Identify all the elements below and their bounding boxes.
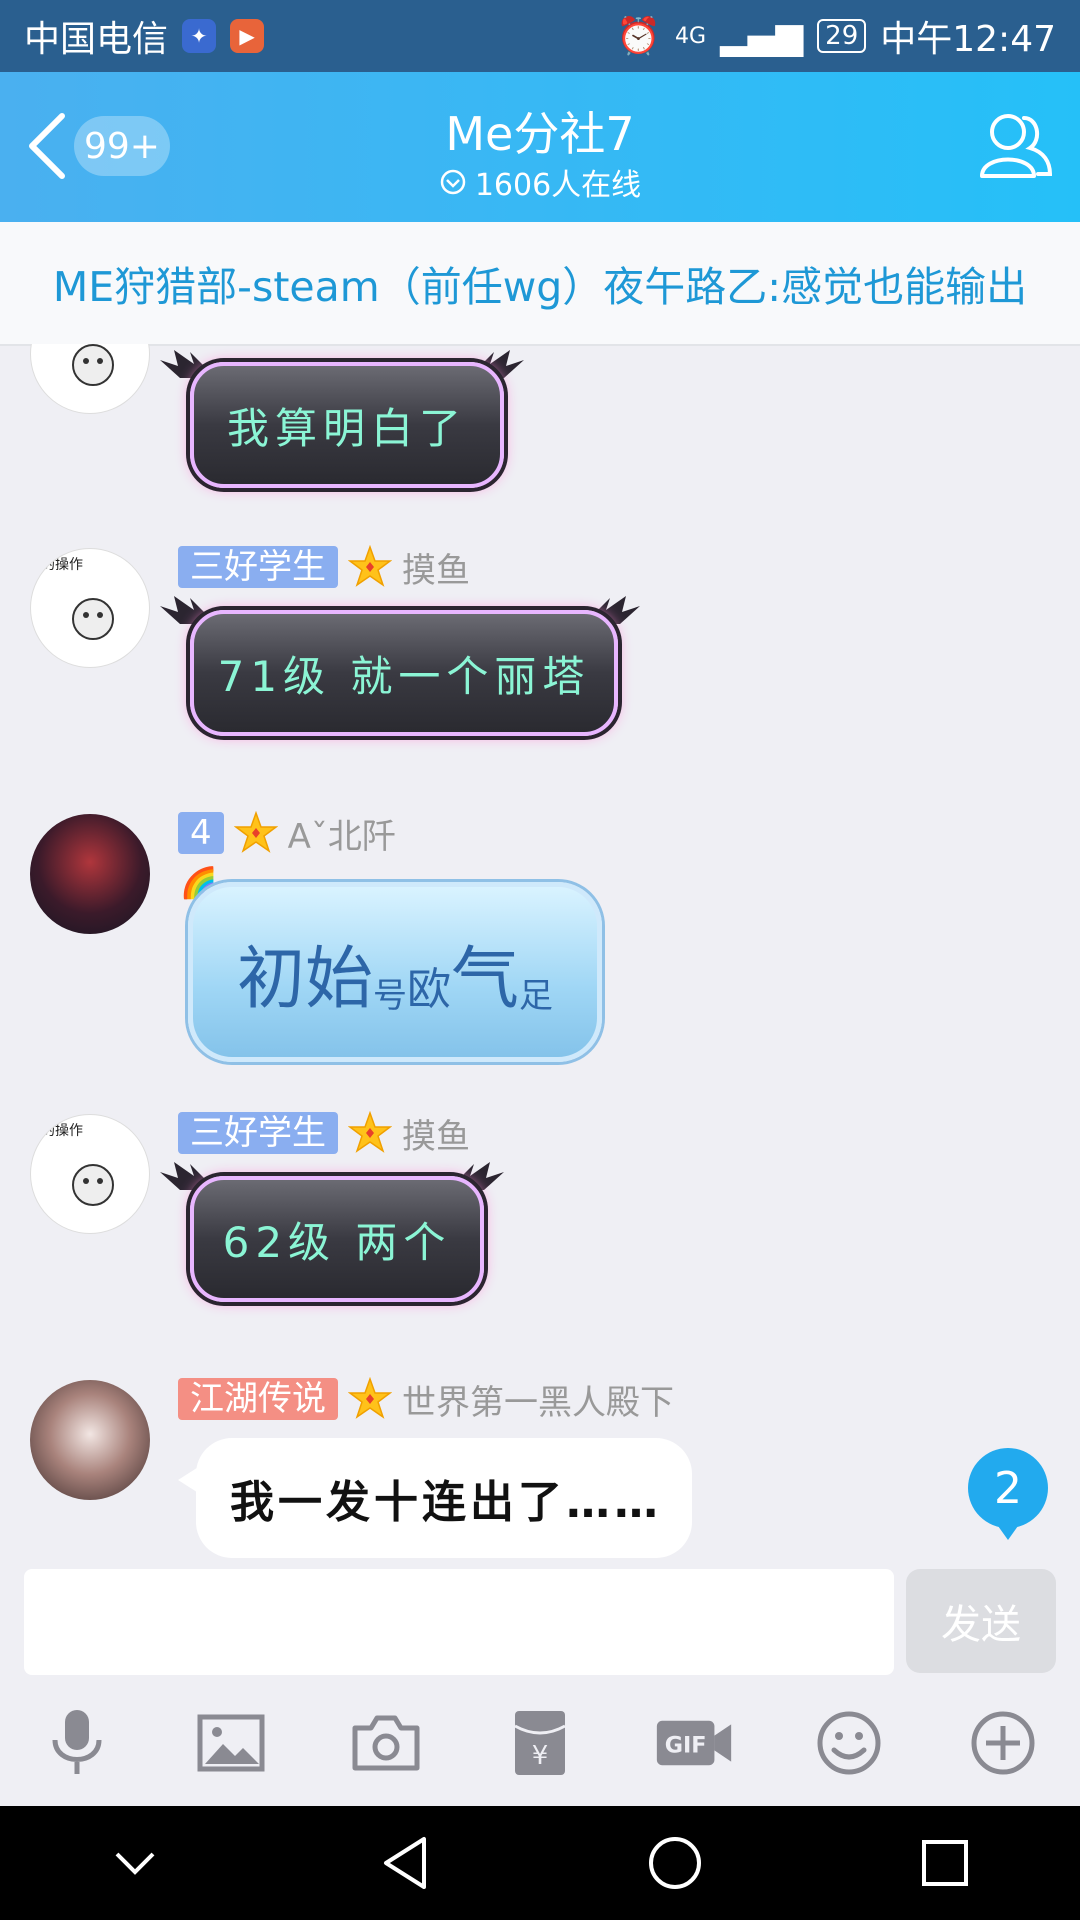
sender-meta: 三好学生 摸鱼 [178, 545, 470, 591]
title-tag: 江湖传说 [178, 1378, 338, 1420]
new-message-badge[interactable]: 2 [968, 1448, 1048, 1540]
message-bubble[interactable]: 初始 号 欧 气 足 [188, 882, 602, 1062]
message-bubble[interactable]: 71级 就一个丽塔 [190, 610, 618, 736]
star-icon [348, 545, 392, 587]
sender-meta: 4 Aˇ北阡 [178, 811, 396, 857]
chevron-down-icon [440, 169, 466, 195]
plus-circle-icon [971, 1711, 1035, 1775]
svg-text:¥: ¥ [532, 1741, 549, 1771]
status-bar: 中国电信 ✦ ▶ ⏰ 4G ▂▄▆ 29 中午12:47 [0, 0, 1080, 72]
red-packet-icon: ¥ [514, 1711, 566, 1775]
sender-name[interactable]: 摸鱼 [402, 1109, 470, 1158]
camera-icon [352, 1715, 420, 1771]
message-input[interactable] [24, 1569, 894, 1675]
message-bubble[interactable]: 62级 两个 [190, 1176, 484, 1302]
avatar[interactable]: 的操作 [30, 1114, 150, 1234]
message-bubble[interactable]: 我一发十连出了…… [178, 1438, 692, 1558]
online-count-text: 1606人在线 [474, 168, 642, 203]
avatar[interactable] [30, 344, 150, 414]
svg-text:GIF: GIF [665, 1732, 707, 1758]
star-icon [348, 1111, 392, 1153]
triangle-back-icon [384, 1837, 426, 1889]
signal-icon: ▂▄▆ [720, 15, 804, 57]
message-text-part: 号 [373, 976, 407, 1016]
back-nav-button[interactable] [370, 1828, 440, 1898]
sender-meta: 江湖传说 世界第一黑人殿下 [178, 1377, 674, 1423]
network-type: 4G [675, 23, 707, 49]
carrier-label: 中国电信 [24, 19, 169, 60]
image-button[interactable] [192, 1704, 270, 1782]
avatar[interactable] [30, 1380, 150, 1500]
red-packet-button[interactable]: ¥ [501, 1704, 579, 1782]
avatar[interactable]: 的操作 [30, 548, 150, 668]
input-toolbar: ¥ GIF [0, 1680, 1080, 1806]
star-icon [233, 811, 278, 853]
message-list[interactable]: 我算明白了 的操作 三好学生 摸鱼 71级 就一个丽塔 4 Aˇ北阡 🌈 初始 … [0, 344, 1080, 1569]
gif-icon: GIF [657, 1720, 732, 1766]
online-count[interactable]: 1606人在线 [0, 160, 1080, 204]
system-nav-bar [0, 1806, 1080, 1920]
title-tag: 三好学生 [178, 546, 338, 588]
app-notification-icon: ✦ [182, 19, 217, 53]
image-icon [197, 1714, 265, 1772]
title-tag: 三好学生 [178, 1112, 338, 1154]
gif-button[interactable]: GIF [655, 1704, 733, 1782]
alarm-icon: ⏰ [616, 16, 662, 57]
group-title: Me分社7 [445, 107, 635, 161]
svg-text:的操作: 的操作 [41, 1123, 83, 1139]
input-bar: 发送 [0, 1569, 1080, 1677]
square-recents-icon [922, 1840, 968, 1886]
voice-button[interactable] [38, 1704, 116, 1782]
sender-name[interactable]: Aˇ北阡 [288, 809, 396, 858]
chevron-down-icon [115, 1852, 155, 1875]
emoji-button[interactable] [810, 1704, 888, 1782]
more-button[interactable] [964, 1704, 1042, 1782]
hide-keyboard-button[interactable] [100, 1828, 170, 1898]
message-text-part: 欧 [407, 964, 451, 1015]
svg-text:的操作: 的操作 [41, 557, 83, 573]
message-text-part: 初始 [236, 939, 373, 1019]
home-nav-button[interactable] [640, 1828, 710, 1898]
recents-nav-button[interactable] [910, 1828, 980, 1898]
battery-level: 29 [817, 19, 867, 53]
microphone-icon [52, 1710, 102, 1774]
avatar[interactable] [30, 814, 150, 934]
message-bubble[interactable]: 我算明白了 [190, 362, 504, 488]
members-icon[interactable] [978, 106, 1054, 186]
video-app-icon: ▶ [230, 19, 265, 53]
chat-header: 99+ Me分社7 1606人在线 [0, 72, 1080, 222]
sender-meta: 三好学生 摸鱼 [178, 1111, 470, 1157]
announcement-banner[interactable]: ME狩猎部-steam（前任wg）夜午路乙:感觉也能输出 [0, 222, 1080, 346]
message-text-part: 足 [519, 976, 554, 1016]
level-tag: 4 [178, 812, 224, 854]
sender-name[interactable]: 世界第一黑人殿下 [402, 1375, 674, 1424]
message-text-part: 气 [451, 939, 520, 1019]
circle-home-icon [649, 1837, 701, 1889]
smiley-icon [817, 1711, 881, 1775]
time-label: 中午12:47 [880, 19, 1056, 60]
sender-name[interactable]: 摸鱼 [402, 543, 470, 592]
star-icon [348, 1377, 392, 1419]
announcement-text: ME狩猎部-steam（前任wg）夜午路乙:感觉也能输出 [52, 263, 1028, 311]
camera-button[interactable] [347, 1704, 425, 1782]
send-button[interactable]: 发送 [906, 1569, 1056, 1673]
